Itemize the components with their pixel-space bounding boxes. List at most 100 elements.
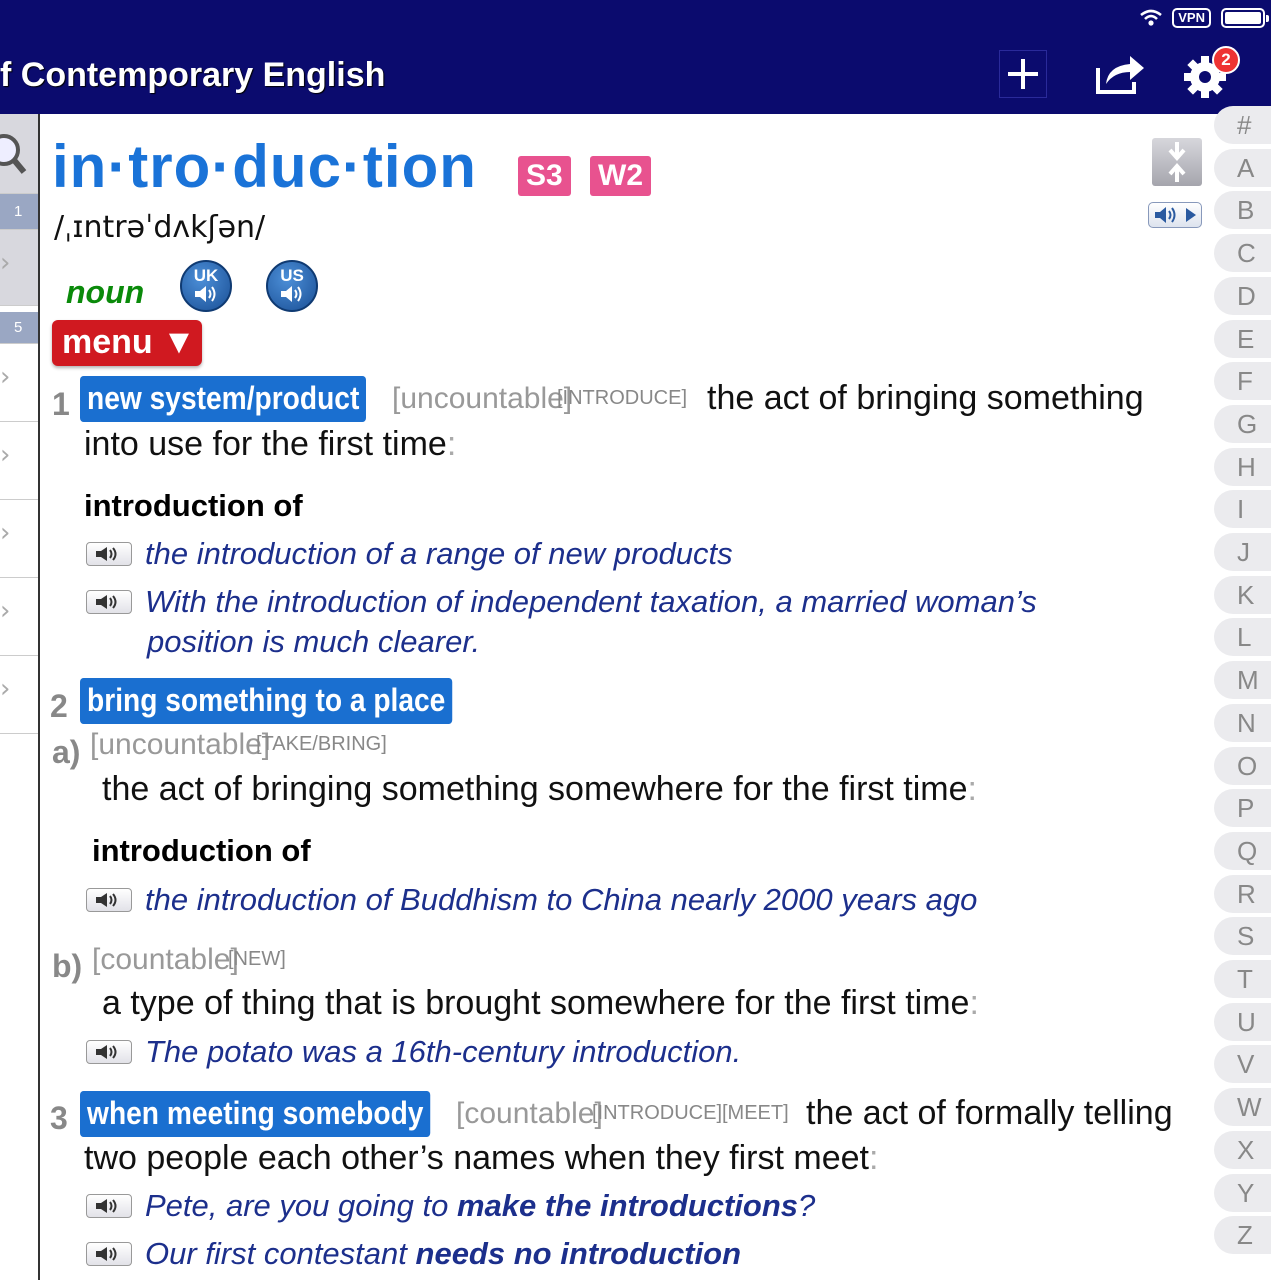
speaker-icon xyxy=(96,893,117,907)
index-letter-x[interactable]: X xyxy=(1214,1130,1271,1169)
share-icon xyxy=(1096,56,1144,94)
example-sentence: the introduction of a range of new produ… xyxy=(145,536,733,571)
speaker-icon xyxy=(1155,207,1176,223)
index-letter-a[interactable]: A xyxy=(1214,148,1271,187)
index-letter-f[interactable]: F xyxy=(1214,362,1271,401)
app-header: VPN f Contemporary English 2 xyxy=(0,0,1271,114)
grammar-label: [countable] xyxy=(92,943,239,976)
example-audio-button[interactable] xyxy=(86,542,132,566)
example-audio-button[interactable] xyxy=(86,888,132,912)
register-label: [NEW] xyxy=(228,948,286,970)
play-entry-button[interactable] xyxy=(1148,202,1202,228)
register-label: [INTRODUCE][MEET] xyxy=(592,1102,789,1124)
play-icon xyxy=(1186,208,1196,222)
collocation: introduction of xyxy=(92,833,311,868)
subsense-label: a) xyxy=(52,734,81,770)
index-letter-c[interactable]: C xyxy=(1214,234,1271,273)
index-letter-z[interactable]: Z xyxy=(1214,1216,1271,1255)
signpost: new system/product xyxy=(80,376,367,422)
index-letter-t[interactable]: T xyxy=(1214,960,1271,998)
grammar-label: [countable] xyxy=(456,1097,603,1130)
register-label: [TAKE/BRING] xyxy=(256,733,387,755)
definition: two people each other’s names when they … xyxy=(84,1139,879,1177)
example-audio-button[interactable] xyxy=(86,1242,132,1266)
list-item[interactable]: › xyxy=(0,578,38,656)
battery-icon xyxy=(1221,8,1269,28)
speaker-icon xyxy=(195,286,216,302)
us-audio-button[interactable]: US xyxy=(266,260,318,312)
example-sentence: the introduction of Buddhism to China ne… xyxy=(145,882,978,917)
index-letter-d[interactable]: D xyxy=(1214,276,1271,315)
sense-number: 1 xyxy=(52,386,70,422)
entry-content: in·tro·duc·tion S3 W2 /ˌɪntrəˈdʌkʃən/ no… xyxy=(42,114,1212,1280)
share-button[interactable] xyxy=(1092,50,1148,98)
grammar-label: [uncountable] xyxy=(90,728,271,761)
index-letter-h[interactable]: H xyxy=(1214,447,1271,486)
list-item[interactable]: › xyxy=(0,344,38,422)
uk-label: UK xyxy=(193,266,219,285)
example-sentence: Pete, are you going to make the introduc… xyxy=(145,1188,816,1223)
vpn-indicator: VPN xyxy=(1172,8,1211,28)
example-audio-button[interactable] xyxy=(86,1194,132,1218)
signpost: when meeting somebody xyxy=(80,1091,431,1137)
sense-number: 2 xyxy=(50,688,68,724)
index-letter-hash[interactable]: # xyxy=(1214,106,1271,144)
index-letter-g[interactable]: G xyxy=(1214,404,1271,443)
example-audio-button[interactable] xyxy=(86,590,132,614)
settings-button[interactable]: 2 xyxy=(1180,46,1240,102)
list-item[interactable]: › xyxy=(0,656,38,734)
definition: the act of formally telling xyxy=(806,1094,1173,1132)
scroll-lock-button[interactable] xyxy=(1152,138,1202,186)
example-audio-button[interactable] xyxy=(86,1040,132,1064)
definition: a type of thing that is brought somewher… xyxy=(102,984,979,1022)
uk-audio-button[interactable]: UK xyxy=(180,260,232,312)
menu-button[interactable]: menu ▼ xyxy=(52,320,202,366)
index-letter-l[interactable]: L xyxy=(1214,618,1271,657)
index-letter-u[interactable]: U xyxy=(1214,1002,1271,1041)
index-letter-r[interactable]: R xyxy=(1214,874,1271,913)
speaker-icon xyxy=(96,1247,117,1261)
list-item[interactable]: › xyxy=(0,500,38,578)
index-letter-v[interactable]: V xyxy=(1214,1045,1271,1084)
register-label: [INTRODUCE] xyxy=(557,387,687,409)
speaker-icon xyxy=(281,286,302,302)
headword: in·tro·duc·tion xyxy=(52,133,477,200)
index-letter-y[interactable]: Y xyxy=(1214,1173,1271,1212)
section-header-1: 1 xyxy=(0,194,38,230)
status-bar: VPN xyxy=(1140,6,1269,30)
index-letter-w[interactable]: W xyxy=(1214,1088,1271,1127)
subsense-label: b) xyxy=(52,948,83,984)
us-label: US xyxy=(280,266,304,285)
example-sentence: With the introduction of independent tax… xyxy=(145,584,1037,619)
definition: the act of bringing something somewhere … xyxy=(102,770,977,808)
signpost: bring something to a place xyxy=(80,678,453,724)
example-sentence: The potato was a 16th-century introducti… xyxy=(145,1034,742,1069)
grammar-label: [uncountable] xyxy=(392,382,573,415)
frequency-badge-spoken: S3 xyxy=(518,156,571,196)
index-letter-j[interactable]: J xyxy=(1214,533,1271,571)
section-header-5: 5 xyxy=(0,312,38,344)
index-letter-q[interactable]: Q xyxy=(1214,831,1271,870)
speaker-icon xyxy=(96,1045,117,1059)
notification-badge: 2 xyxy=(1212,46,1240,74)
index-letter-s[interactable]: S xyxy=(1214,917,1271,956)
collapse-arrows-icon xyxy=(1168,142,1186,182)
index-letter-n[interactable]: N xyxy=(1214,703,1271,742)
index-letter-m[interactable]: M xyxy=(1214,661,1271,700)
list-item[interactable]: › xyxy=(0,422,38,500)
index-letter-k[interactable]: K xyxy=(1214,575,1271,614)
frequency-badge-written: W2 xyxy=(590,156,651,196)
speaker-icon xyxy=(96,547,117,561)
speaker-icon xyxy=(96,595,117,609)
index-letter-b[interactable]: B xyxy=(1214,191,1271,230)
index-letter-e[interactable]: E xyxy=(1214,319,1271,358)
index-letter-o[interactable]: O xyxy=(1214,746,1271,785)
add-button[interactable] xyxy=(999,50,1047,98)
index-letter-p[interactable]: P xyxy=(1214,789,1271,828)
speaker-icon xyxy=(96,1199,117,1213)
definition: into use for the first time: xyxy=(84,425,457,463)
index-letter-i[interactable]: I xyxy=(1214,490,1271,529)
search-button[interactable] xyxy=(0,114,38,194)
collocation: introduction of xyxy=(84,488,303,523)
list-item[interactable]: › xyxy=(0,230,38,306)
